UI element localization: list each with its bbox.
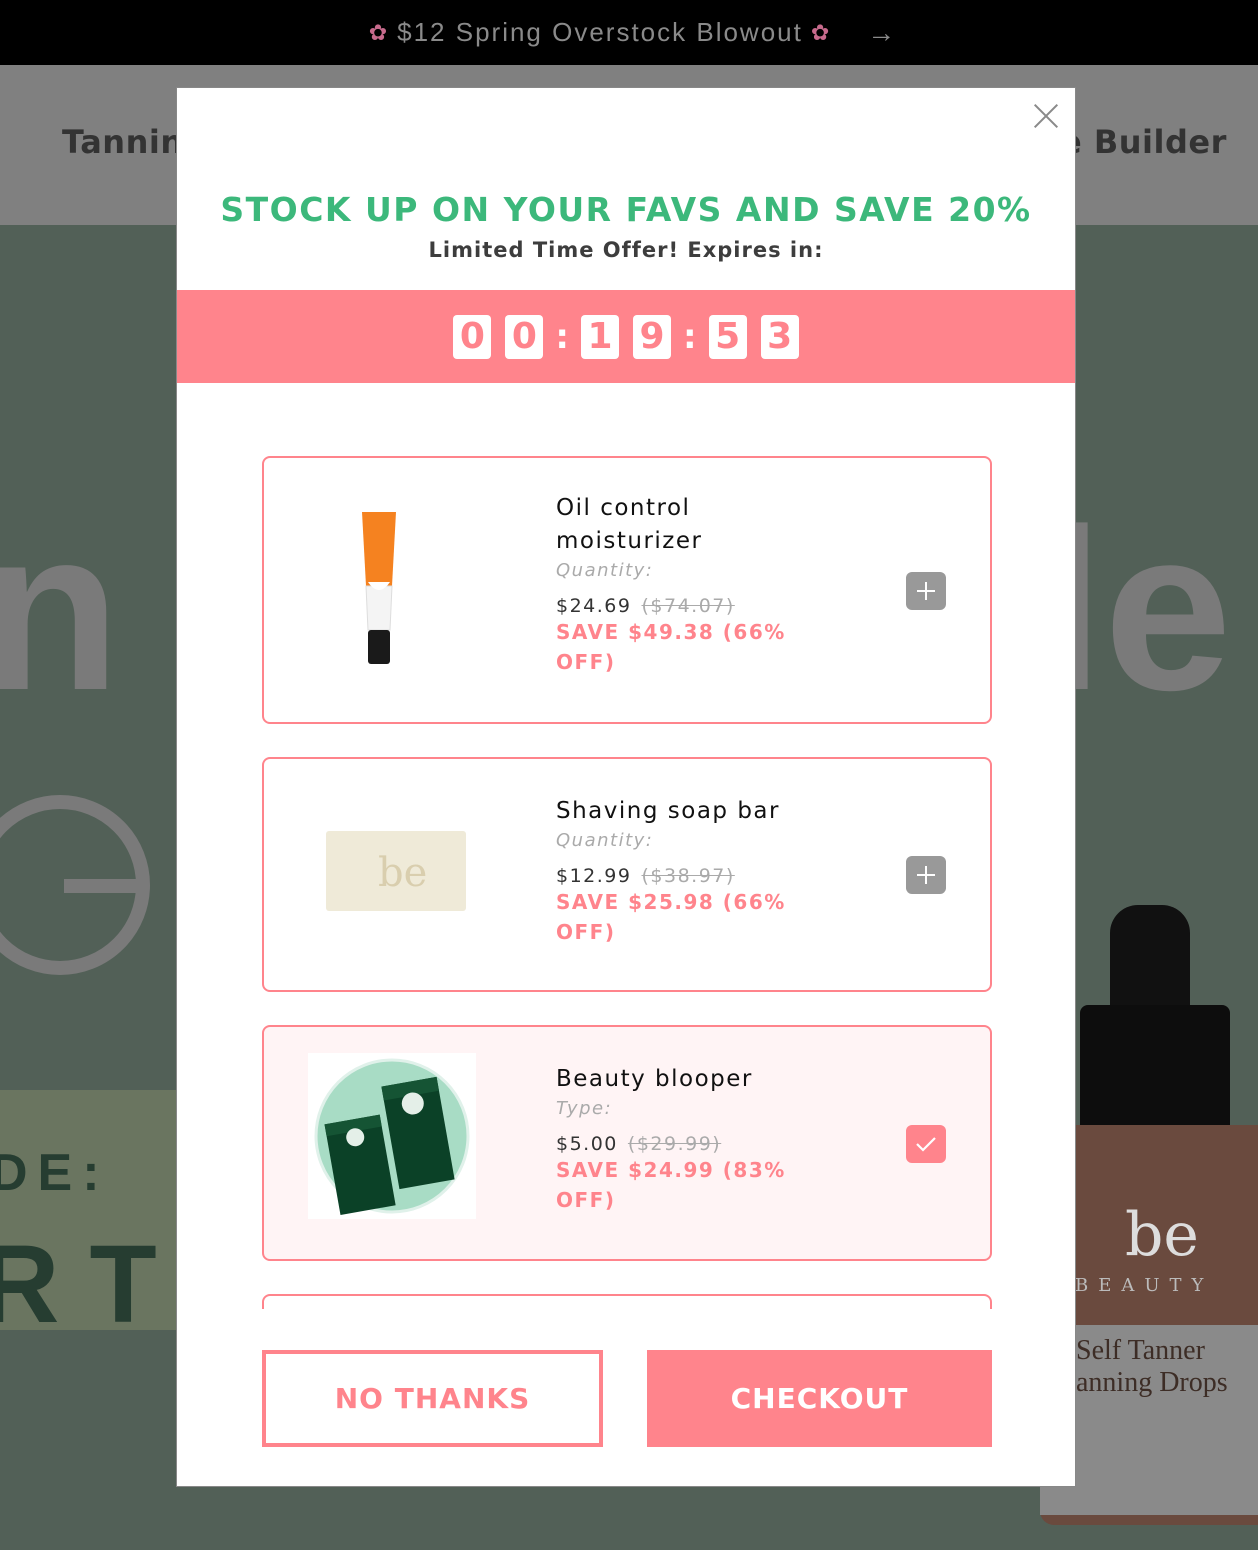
- savings-line: OFF): [556, 920, 616, 944]
- savings-line: SAVE $49.38 (66%: [556, 620, 786, 644]
- product-image-moisturizer: [354, 506, 404, 671]
- product-info: Beauty blooper Type: $5.00 ($29.99) SAVE …: [556, 1063, 786, 1215]
- bottle-name-line: anning Drops: [1076, 1367, 1228, 1398]
- product-image-soap: be: [326, 831, 466, 918]
- product-info: Oil control moisturizer Quantity: $24.69…: [556, 492, 786, 677]
- price-row: $12.99 ($38.97): [556, 865, 786, 887]
- product-card[interactable]: be Shaving soap bar Quantity: $12.99 ($38…: [262, 757, 992, 992]
- add-product-button[interactable]: [906, 856, 946, 894]
- hero-logo-g-icon: [0, 795, 150, 975]
- nav-item-builder: e Builder: [1060, 123, 1227, 161]
- bottle-name: Self Tanner anning Drops: [1076, 1335, 1228, 1399]
- savings-line: OFF): [556, 1188, 616, 1212]
- bottle-neck: [1080, 1005, 1230, 1135]
- product-name-line: Beauty blooper: [556, 1066, 753, 1092]
- arrow-right-icon[interactable]: →: [867, 17, 897, 49]
- option-label: Type:: [556, 1098, 613, 1119]
- product-name: Oil control moisturizer: [556, 492, 786, 558]
- timer-digit-seconds: 5: [708, 314, 747, 359]
- timer-digit-seconds: 3: [760, 314, 799, 359]
- cherry-blossom-icon: ✿: [368, 19, 390, 45]
- option-label: Quantity:: [556, 830, 654, 851]
- product-name-line: Oil control: [556, 495, 691, 521]
- no-thanks-button[interactable]: NO THANKS: [262, 1350, 603, 1447]
- original-price: ($29.99): [627, 1133, 722, 1155]
- product-card[interactable]: Beauty blooper Type: $5.00 ($29.99) SAVE …: [262, 1025, 992, 1261]
- svg-text:be: be: [378, 850, 427, 896]
- modal-subline: Limited Time Offer! Expires in:: [428, 238, 824, 262]
- savings-line: OFF): [556, 650, 616, 674]
- modal-headline: STOCK UP ON YOUR FAVS AND SAVE 20%: [220, 190, 1032, 229]
- hero-text-fragment: DE:: [0, 1144, 110, 1202]
- savings-line: SAVE $25.98 (66%: [556, 890, 786, 914]
- countdown-timer: 0 0 : 1 9 : 5 3: [177, 290, 1075, 383]
- product-name-line: moisturizer: [556, 528, 703, 554]
- timer-digit-minutes: 1: [581, 314, 619, 359]
- savings-line: SAVE $24.99 (83%: [556, 1158, 786, 1182]
- timer-digit-hours: 0: [505, 314, 544, 359]
- product-card[interactable]: [262, 1294, 992, 1309]
- checkout-button[interactable]: CHECKOUT: [647, 1350, 992, 1447]
- add-product-button[interactable]: [906, 572, 946, 610]
- cherry-blossom-icon: ✿: [810, 19, 832, 45]
- close-icon[interactable]: [1033, 102, 1059, 128]
- savings-text: SAVE $25.98 (66% OFF): [556, 887, 786, 947]
- sale-price: $5.00: [556, 1133, 618, 1155]
- selected-checkbox[interactable]: [906, 1125, 946, 1163]
- original-price: ($74.07): [641, 595, 735, 617]
- product-name: Beauty blooper: [556, 1063, 786, 1096]
- product-list[interactable]: Oil control moisturizer Quantity: $24.69…: [262, 456, 992, 1309]
- announcement-bar[interactable]: ✿ $12 Spring Overstock Blowout ✿ →: [0, 0, 1258, 65]
- checkmark-icon: [916, 1137, 936, 1152]
- product-info: Shaving soap bar Quantity: $12.99 ($38.97…: [556, 795, 786, 947]
- hero-text-fragment: n: [0, 481, 121, 738]
- timer-separator: :: [683, 316, 697, 357]
- product-name: Shaving soap bar: [556, 795, 786, 828]
- product-image-blooper: [308, 1053, 476, 1224]
- sale-price: $12.99: [556, 865, 632, 887]
- timer-digit-hours: 0: [453, 314, 492, 359]
- bottle-cap: [1110, 905, 1190, 1015]
- bottle-brand: BEAUTY: [1075, 1275, 1214, 1296]
- bottle-name-line: Self Tanner: [1076, 1335, 1205, 1366]
- product-card[interactable]: Oil control moisturizer Quantity: $24.69…: [262, 456, 992, 724]
- product-name-line: Shaving soap bar: [556, 798, 780, 824]
- option-label: Quantity:: [556, 560, 654, 581]
- upsell-modal: STOCK UP ON YOUR FAVS AND SAVE 20% Limit…: [176, 87, 1076, 1487]
- sale-price: $24.69: [556, 595, 632, 617]
- price-row: $5.00 ($29.99): [556, 1133, 786, 1155]
- timer-separator: :: [555, 316, 569, 357]
- original-price: ($38.97): [641, 865, 735, 887]
- savings-text: SAVE $24.99 (83% OFF): [556, 1155, 786, 1215]
- plus-icon: [917, 582, 935, 600]
- announcement-text[interactable]: $12 Spring Overstock Blowout: [397, 17, 803, 48]
- timer-digit-minutes: 9: [633, 314, 671, 359]
- price-row: $24.69 ($74.07): [556, 595, 786, 617]
- brand-logo-icon: be: [1125, 1200, 1199, 1270]
- plus-icon: [917, 866, 935, 884]
- savings-text: SAVE $49.38 (66% OFF): [556, 617, 786, 677]
